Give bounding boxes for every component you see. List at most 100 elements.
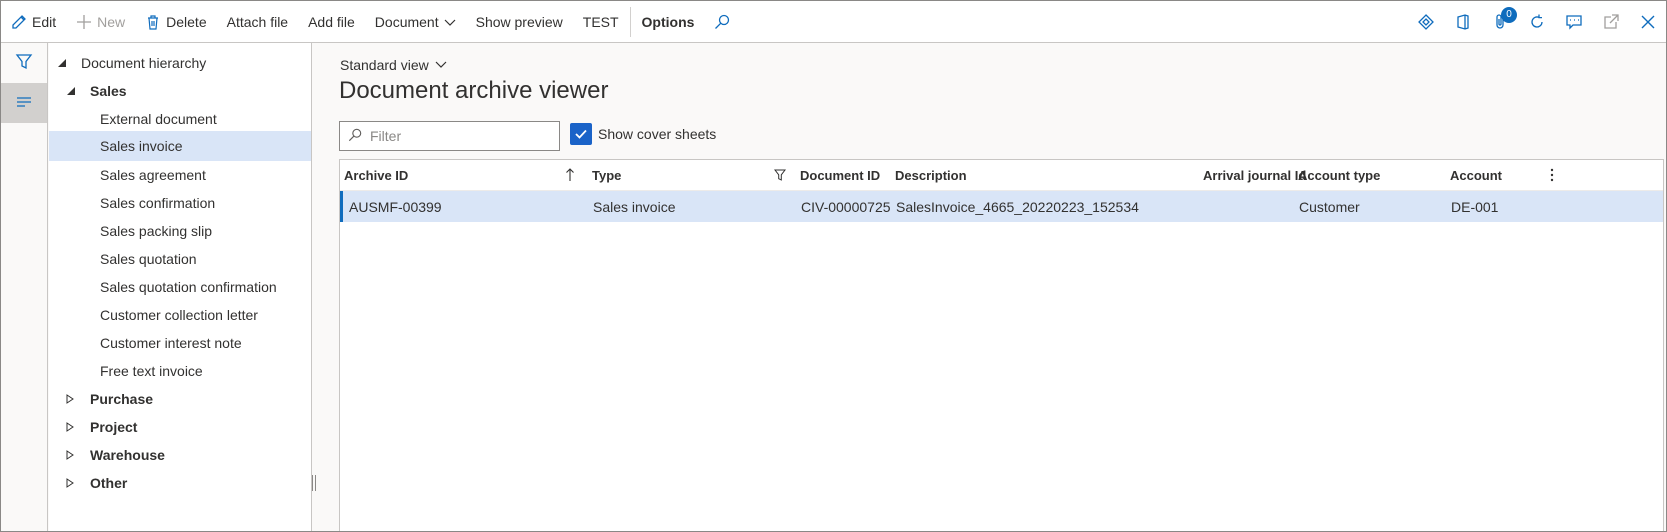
tree-node-project[interactable]: Project: [49, 412, 311, 442]
tree-node-label: Document hierarchy: [81, 55, 207, 71]
tree-node-warehouse[interactable]: Warehouse: [49, 440, 311, 470]
chevron-down-icon: [435, 57, 447, 73]
office-icon[interactable]: [1444, 1, 1481, 43]
delete-button[interactable]: Delete: [135, 1, 216, 43]
more-options-icon[interactable]: [1550, 160, 1562, 190]
column-header-archive-id[interactable]: Archive ID: [344, 160, 584, 190]
refresh-icon[interactable]: [1518, 1, 1555, 43]
options-tab[interactable]: Options: [632, 1, 705, 43]
app-window: Edit New Delete Attach file Add file Doc…: [0, 0, 1667, 532]
search-icon: [348, 128, 362, 145]
new-label: New: [97, 13, 126, 30]
expand-caret-icon: [65, 478, 75, 488]
search-icon: [714, 14, 730, 30]
pencil-icon: [11, 14, 27, 30]
column-header-label: Document ID: [800, 167, 881, 183]
expand-caret-icon: [65, 394, 75, 404]
column-header-label: Arrival journal Id: [1203, 167, 1307, 183]
document-menu-button[interactable]: Document: [365, 1, 466, 43]
tree-node-external-document[interactable]: External document: [49, 104, 311, 134]
archive-grid: Archive ID Type Document ID Description: [339, 159, 1664, 531]
filter-input[interactable]: [370, 128, 540, 144]
collapse-caret-icon: [57, 58, 67, 68]
tree-node-purchase[interactable]: Purchase: [49, 384, 311, 414]
tree-node-other[interactable]: Other: [49, 468, 311, 498]
edit-button[interactable]: Edit: [1, 1, 66, 43]
new-button[interactable]: New: [66, 1, 135, 43]
tree-node-label: Sales confirmation: [100, 195, 216, 211]
column-header-label: Account type: [1298, 167, 1381, 183]
funnel-icon: [15, 53, 33, 74]
expand-caret-icon: [65, 422, 75, 432]
column-filter-icon[interactable]: [774, 160, 790, 190]
cell-description[interactable]: SalesInvoice_4665_20220223_152534: [896, 191, 1139, 222]
table-row[interactable]: AUSMF-00399 Sales invoice CIV-00000725 S…: [340, 191, 1663, 222]
cell-account-type[interactable]: Customer: [1299, 191, 1360, 222]
cell-document-id[interactable]: CIV-00000725: [801, 191, 891, 222]
tree-node-label: External document: [100, 111, 217, 127]
tree-node-label: Purchase: [90, 391, 154, 407]
tree-node-free-text-invoice[interactable]: Free text invoice: [49, 356, 311, 386]
show-cover-sheets-checkbox[interactable]: [570, 123, 592, 145]
cell-archive-id[interactable]: AUSMF-00399: [349, 191, 442, 222]
open-new-window-icon[interactable]: [1592, 1, 1629, 43]
tree-node-customer-collection-letter[interactable]: Customer collection letter: [49, 300, 311, 330]
plus-icon: [76, 14, 92, 30]
column-header-document-id[interactable]: Document ID: [800, 160, 880, 190]
tree-node-sales-quotation-confirmation[interactable]: Sales quotation confirmation: [49, 272, 311, 302]
tree-node-label: Sales packing slip: [100, 223, 213, 239]
trash-icon: [145, 14, 161, 30]
tree-node-sales-quotation[interactable]: Sales quotation: [49, 244, 311, 274]
tree-node-label: Customer interest note: [100, 335, 242, 351]
main-content: Standard view Document archive viewer Sh…: [313, 43, 1666, 531]
show-preview-button[interactable]: Show preview: [466, 1, 573, 43]
tree-node-label: Sales quotation: [100, 251, 197, 267]
delete-label: Delete: [166, 13, 207, 30]
tree-node-sales-agreement[interactable]: Sales agreement: [49, 160, 311, 190]
tree-node-root[interactable]: Document hierarchy: [49, 48, 311, 78]
search-button[interactable]: [704, 1, 740, 43]
add-file-button[interactable]: Add file: [298, 1, 365, 43]
document-hierarchy-tree: Document hierarchy Sales External docume…: [49, 43, 312, 531]
tree-node-sales-confirmation[interactable]: Sales confirmation: [49, 188, 311, 218]
column-header-account-type[interactable]: Account type: [1298, 160, 1380, 190]
toolbar-divider: [629, 6, 631, 37]
power-apps-icon[interactable]: [1407, 1, 1444, 43]
grid-header: Archive ID Type Document ID Description: [340, 160, 1663, 191]
list-icon: [15, 93, 33, 114]
collapse-caret-icon: [66, 86, 76, 96]
list-view-button[interactable]: [1, 83, 47, 123]
action-pane: Edit New Delete Attach file Add file Doc…: [1, 1, 1666, 43]
column-header-description[interactable]: Description: [895, 160, 967, 190]
tree-node-label: Sales quotation confirmation: [100, 279, 277, 295]
cell-type[interactable]: Sales invoice: [593, 191, 676, 222]
tree-node-customer-interest-note[interactable]: Customer interest note: [49, 328, 311, 358]
tree-node-sales-invoice[interactable]: Sales invoice: [49, 131, 311, 161]
test-button[interactable]: TEST: [573, 1, 629, 43]
column-header-type[interactable]: Type: [592, 160, 621, 190]
column-header-arrival-journal-id[interactable]: Arrival journal Id: [1203, 160, 1306, 190]
filter-pane-button[interactable]: [1, 43, 47, 83]
tree-node-label: Sales agreement: [100, 167, 206, 183]
attach-file-button[interactable]: Attach file: [217, 1, 298, 43]
tree-node-sales[interactable]: Sales: [49, 76, 311, 106]
edit-label: Edit: [32, 13, 57, 30]
attachments-icon[interactable]: 0: [1481, 1, 1518, 43]
column-header-label: Account: [1450, 167, 1502, 183]
attachment-count-badge: 0: [1501, 7, 1517, 23]
view-selector[interactable]: Standard view: [340, 57, 447, 73]
expand-caret-icon: [65, 450, 75, 460]
toolbar-right-icons: 0: [1407, 1, 1666, 43]
message-icon[interactable]: [1555, 1, 1592, 43]
cell-account[interactable]: DE-001: [1451, 191, 1498, 222]
tree-node-label: Other: [90, 475, 128, 491]
show-cover-sheets-toggle[interactable]: Show cover sheets: [570, 123, 716, 145]
column-header-account[interactable]: Account: [1450, 160, 1502, 190]
show-cover-sheets-label: Show cover sheets: [598, 126, 717, 142]
filter-field[interactable]: [339, 121, 560, 151]
column-header-label: Description: [895, 167, 967, 183]
sort-ascending-icon[interactable]: [565, 160, 581, 190]
tree-node-label: Project: [90, 419, 138, 435]
tree-node-sales-packing-slip[interactable]: Sales packing slip: [49, 216, 311, 246]
close-icon[interactable]: [1629, 1, 1666, 43]
